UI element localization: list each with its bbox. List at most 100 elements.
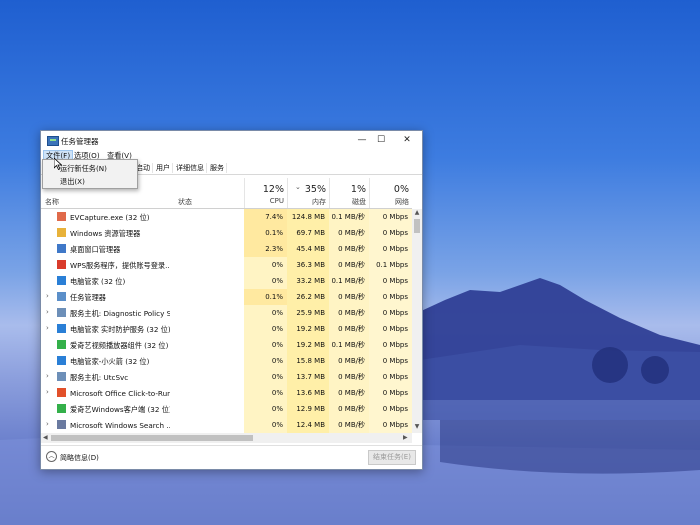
fewer-details-link[interactable]: 简略信息(D): [60, 453, 99, 463]
vertical-scroll-thumb[interactable]: [414, 219, 420, 233]
network-value: 0 Mbps: [369, 225, 412, 241]
cpu-label: CPU: [269, 197, 284, 205]
process-name: 爱奇艺Windows客户端 (32 位): [70, 405, 170, 414]
network-value: 0 Mbps: [369, 273, 412, 289]
network-value: 0 Mbps: [369, 305, 412, 321]
minimize-button[interactable]: —: [355, 134, 369, 147]
table-row[interactable]: › Microsoft Office Click-to-Run... 0% 13.6 …: [41, 385, 412, 401]
memory-value: 19.2 MB: [287, 337, 329, 353]
network-value: 0 Mbps: [369, 337, 412, 353]
network-value: 0.1 Mbps: [369, 257, 412, 273]
end-task-button[interactable]: 结束任务(E): [368, 450, 416, 465]
process-name: 服务主机: Diagnostic Policy S...: [70, 309, 170, 318]
menu-exit[interactable]: 退出(X): [60, 177, 85, 187]
footer-bar: ︿ 简略信息(D) 结束任务(E): [41, 445, 422, 469]
tab-services[interactable]: 服务: [208, 163, 227, 173]
disk-value: 0.1 MB/秒: [329, 273, 369, 289]
folder-icon: [57, 228, 66, 237]
task-manager-icon: [47, 136, 59, 146]
disk-value: 0.1 MB/秒: [329, 337, 369, 353]
vertical-scrollbar[interactable]: ▲ ▼: [412, 209, 422, 433]
table-row[interactable]: › 电脑管家 实时防护服务 (32 位) 0% 19.2 MB 0 MB/秒 0 Mbps: [41, 321, 412, 337]
expand-chevron-icon[interactable]: ›: [46, 292, 49, 300]
process-name: 电脑管家 (32 位): [70, 277, 126, 286]
column-cpu[interactable]: 12% CPU: [244, 178, 288, 208]
maximize-button[interactable]: ☐: [374, 134, 388, 147]
cpu-total: 12%: [262, 184, 284, 195]
process-name: Windows 资源管理器: [70, 229, 141, 238]
network-value: 0 Mbps: [369, 353, 412, 369]
table-row[interactable]: 电脑管家-小火箭 (32 位) 0% 15.8 MB 0 MB/秒 0 Mbps: [41, 353, 412, 369]
column-name[interactable]: 名称: [45, 197, 59, 207]
column-memory[interactable]: ⌄ 35% 内存: [287, 178, 330, 208]
iqiyi-icon: [57, 340, 66, 349]
memory-value: 69.7 MB: [287, 225, 329, 241]
cpu-value: 0%: [244, 417, 287, 433]
process-name: 爱奇艺视频播放器组件 (32 位): [70, 341, 169, 350]
scroll-left-icon[interactable]: ◀: [43, 434, 48, 441]
column-disk[interactable]: 1% 磁盘: [329, 178, 370, 208]
network-value: 0 Mbps: [369, 385, 412, 401]
disk-value: 0 MB/秒: [329, 305, 369, 321]
table-row[interactable]: Windows 资源管理器 0.1% 69.7 MB 0 MB/秒 0 Mbps: [41, 225, 412, 241]
table-row[interactable]: 爱奇艺视频播放器组件 (32 位) 0% 19.2 MB 0.1 MB/秒 0 Mbps: [41, 337, 412, 353]
expand-chevron-icon[interactable]: ›: [46, 324, 49, 332]
disk-value: 0 MB/秒: [329, 401, 369, 417]
scroll-down-icon[interactable]: ▼: [413, 423, 421, 430]
memory-value: 13.6 MB: [287, 385, 329, 401]
table-row[interactable]: › 服务主机: Diagnostic Policy S... 0% 25.9 MB 0 …: [41, 305, 412, 321]
process-name: 电脑管家 实时防护服务 (32 位): [70, 325, 170, 334]
process-name: WPS服务程序，提供账号登录...: [70, 261, 170, 270]
disk-total: 1%: [350, 184, 366, 195]
memory-total: 35%: [304, 184, 326, 195]
expand-chevron-icon[interactable]: ›: [46, 308, 49, 316]
gear-icon: [57, 308, 66, 317]
expand-chevron-icon[interactable]: ›: [46, 388, 49, 396]
network-value: 0 Mbps: [369, 241, 412, 257]
tab-details[interactable]: 详细信息: [174, 163, 207, 173]
search-icon: [57, 420, 66, 429]
horizontal-scrollbar[interactable]: ◀ ▶: [41, 433, 412, 443]
menu-run-new-task[interactable]: 运行新任务(N): [60, 164, 107, 174]
disk-value: 0.1 MB/秒: [329, 209, 369, 225]
expand-chevron-icon[interactable]: ›: [46, 372, 49, 380]
disk-value: 0 MB/秒: [329, 321, 369, 337]
disk-value: 0 MB/秒: [329, 257, 369, 273]
memory-label: 内存: [312, 198, 326, 206]
cpu-value: 0%: [244, 273, 287, 289]
expand-chevron-icon[interactable]: ›: [46, 420, 49, 428]
table-row[interactable]: EVCapture.exe (32 位) 7.4% 124.8 MB 0.1 MB/秒…: [41, 209, 412, 225]
memory-value: 36.3 MB: [287, 257, 329, 273]
horizontal-scroll-thumb[interactable]: [51, 435, 253, 441]
process-name: 服务主机: UtcSvc: [70, 373, 129, 382]
scroll-up-icon[interactable]: ▲: [413, 209, 421, 216]
table-row[interactable]: › 任务管理器 0.1% 26.2 MB 0 MB/秒 0 Mbps: [41, 289, 412, 305]
column-network[interactable]: 0% 网络: [369, 178, 413, 208]
network-label: 网络: [395, 198, 409, 206]
table-row[interactable]: 桌面窗口管理器 2.3% 45.4 MB 0 MB/秒 0 Mbps: [41, 241, 412, 257]
evcapture-icon: [57, 212, 66, 221]
cpu-value: 0%: [244, 305, 287, 321]
table-row[interactable]: › Microsoft Windows Search ... 0% 12.4 MB 0 …: [41, 417, 412, 433]
tab-users[interactable]: 用户: [154, 163, 173, 173]
column-status[interactable]: 状态: [178, 197, 192, 207]
memory-value: 25.9 MB: [287, 305, 329, 321]
disk-value: 0 MB/秒: [329, 369, 369, 385]
table-row[interactable]: › 服务主机: UtcSvc 0% 13.7 MB 0 MB/秒 0 Mbps: [41, 369, 412, 385]
scroll-right-icon[interactable]: ▶: [403, 434, 408, 441]
disk-value: 0 MB/秒: [329, 289, 369, 305]
sort-chevron-icon: ⌄: [295, 183, 301, 191]
table-row[interactable]: 爱奇艺Windows客户端 (32 位) 0% 12.9 MB 0 MB/秒 0 Mbp…: [41, 401, 412, 417]
window-manager-icon: [57, 244, 66, 253]
table-row[interactable]: WPS服务程序，提供账号登录... 0% 36.3 MB 0 MB/秒 0.1 Mbps: [41, 257, 412, 273]
cpu-value: 0%: [244, 337, 287, 353]
cpu-value: 0%: [244, 401, 287, 417]
title-bar[interactable]: 任务管理器 — ☐ ✕: [41, 131, 422, 150]
gear-icon: [57, 372, 66, 381]
shield-icon: [57, 356, 66, 365]
window-title: 任务管理器: [61, 137, 99, 146]
chevron-up-icon[interactable]: ︿: [46, 451, 57, 462]
close-button[interactable]: ✕: [400, 134, 414, 147]
table-row[interactable]: 电脑管家 (32 位) 0% 33.2 MB 0.1 MB/秒 0 Mbps: [41, 273, 412, 289]
shield-icon: [57, 324, 66, 333]
